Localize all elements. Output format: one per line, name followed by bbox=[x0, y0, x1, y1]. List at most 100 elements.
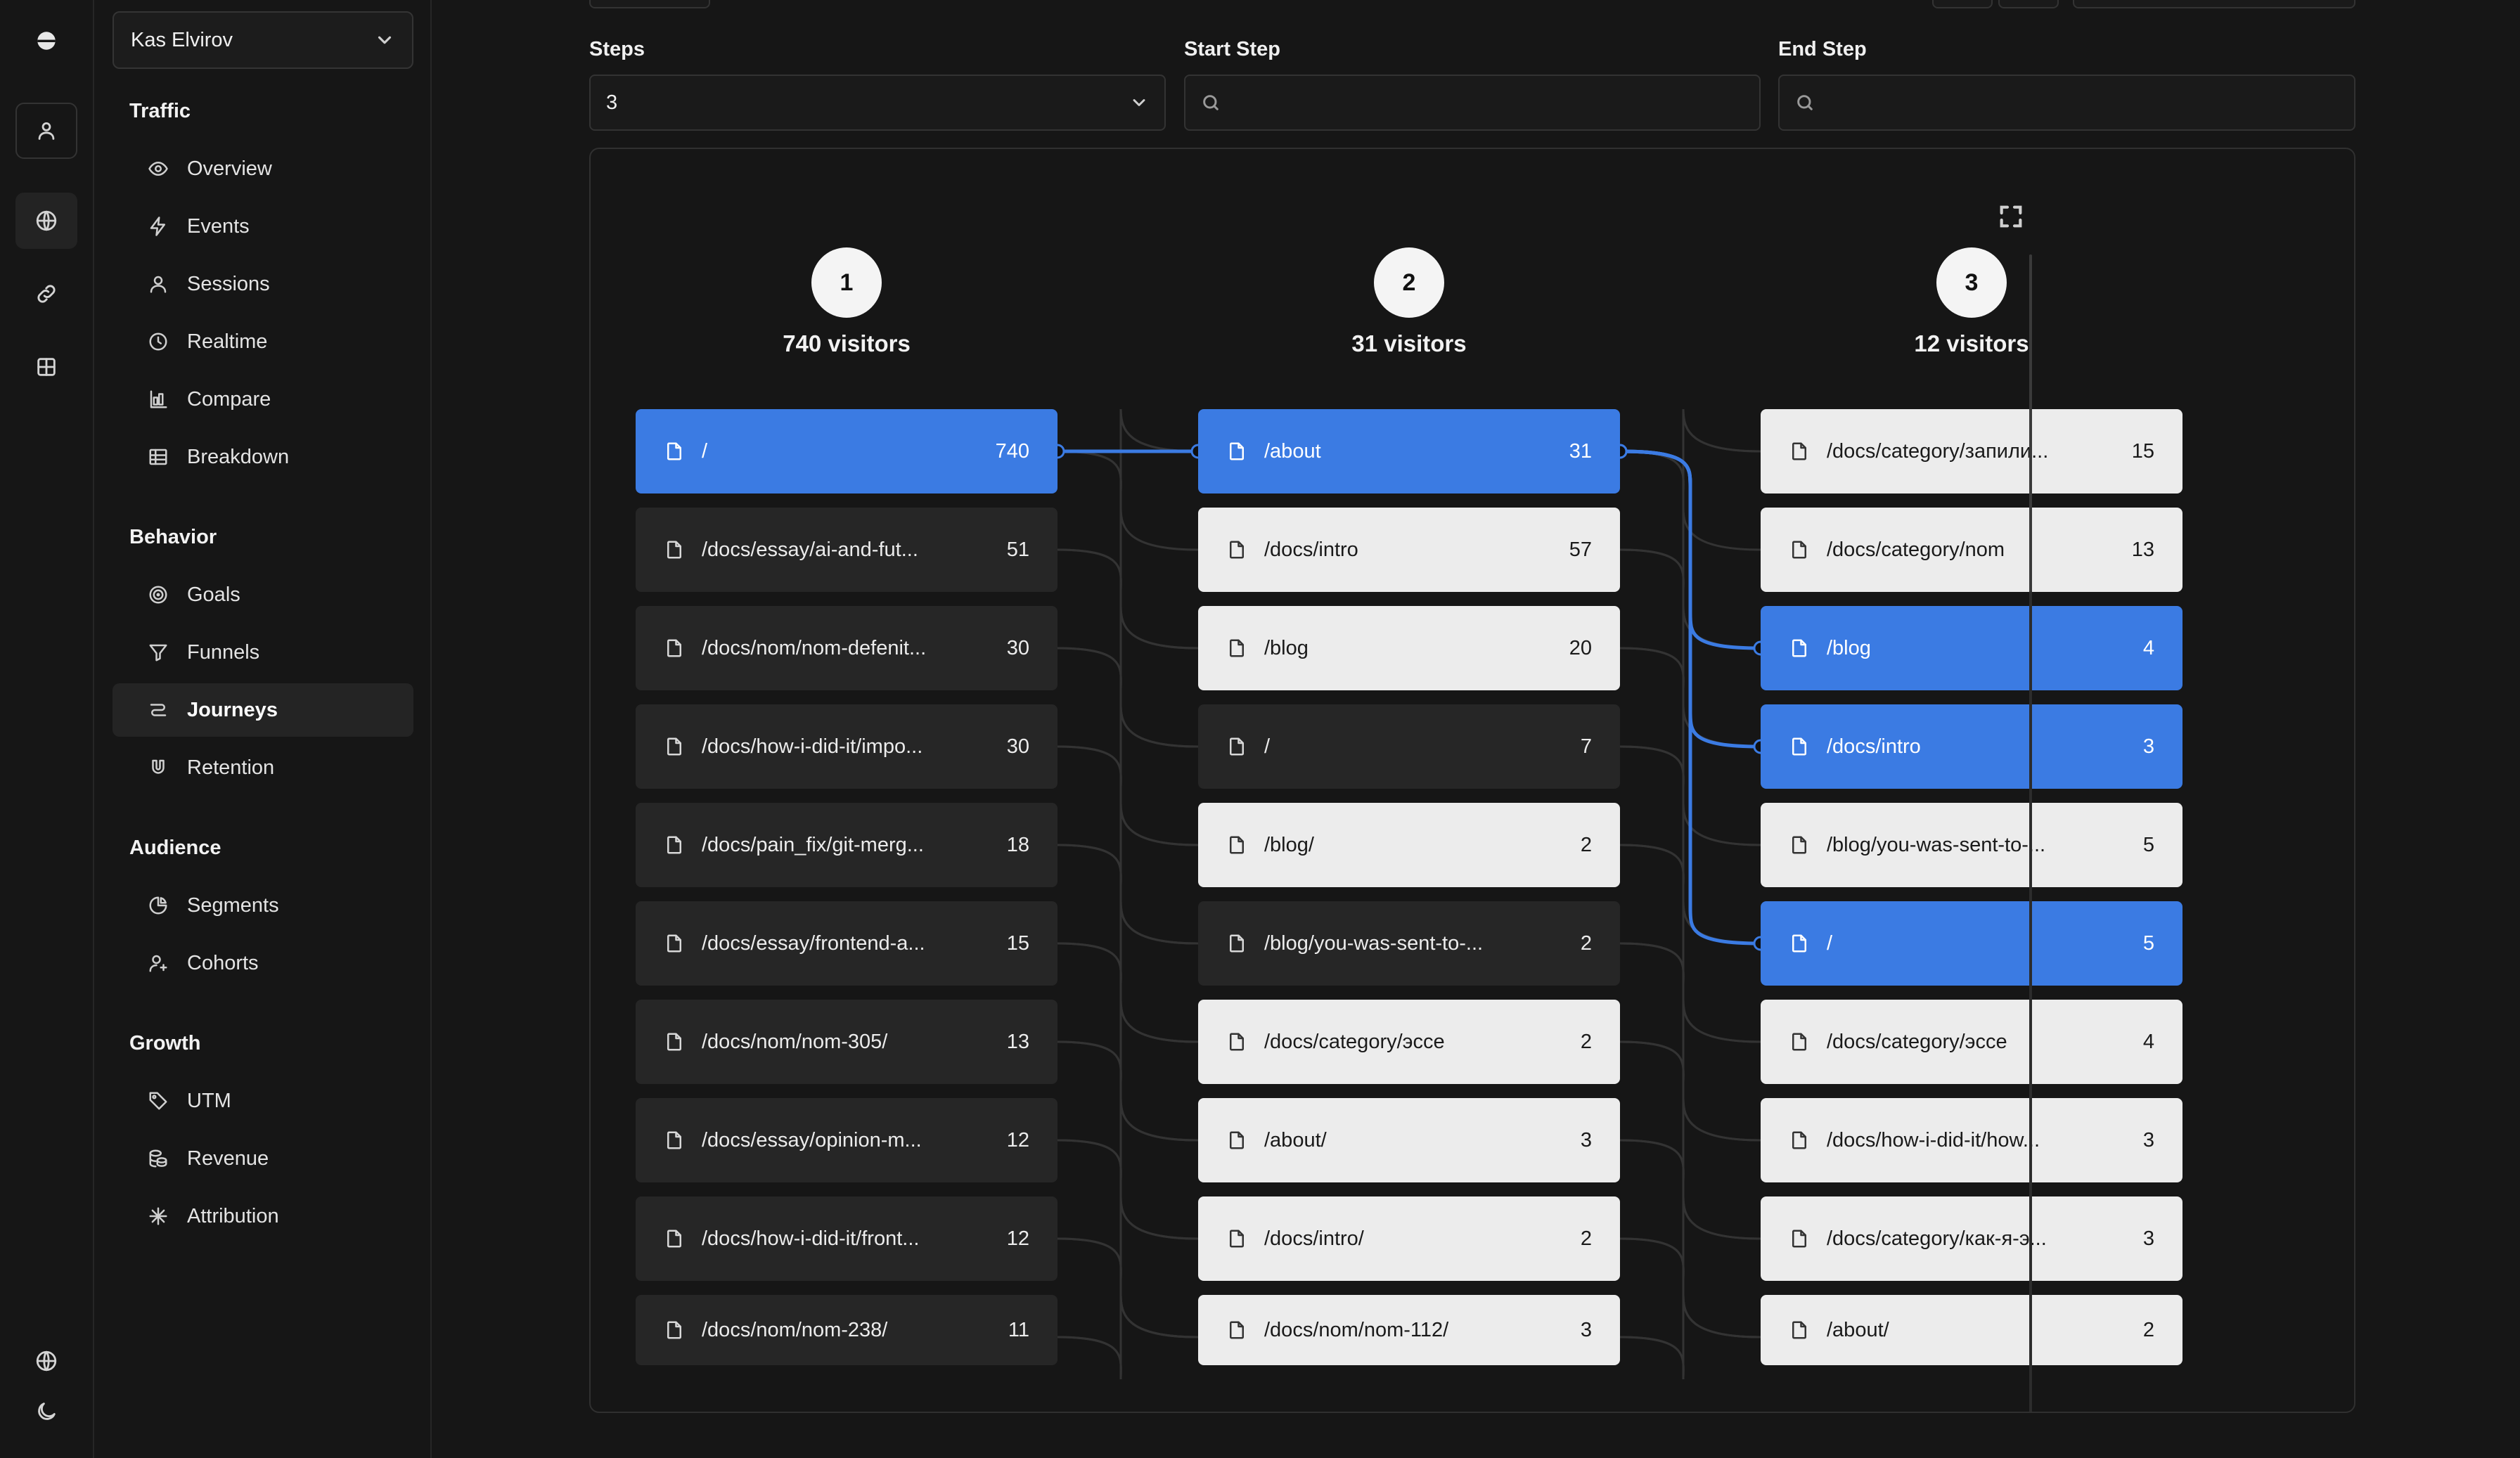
journey-node[interactable]: /docs/nom/nom-112/3 bbox=[1198, 1295, 1620, 1365]
sidebar-item-breakdown[interactable]: Breakdown bbox=[112, 430, 413, 484]
step-visitors: 12 visitors bbox=[1914, 330, 2029, 356]
journey-node[interactable]: /docs/intro 57 bbox=[1198, 508, 1620, 592]
sidebar-item-utm[interactable]: UTM bbox=[112, 1074, 413, 1128]
node-count: 3 bbox=[1580, 1318, 1592, 1341]
journey-node[interactable]: /docs/essay/frontend-a... 15 bbox=[636, 901, 1058, 986]
journey-node[interactable]: /docs/nom/nom-238/11 bbox=[636, 1295, 1058, 1365]
steps-label: Steps bbox=[589, 38, 645, 60]
node-path: /docs/intro bbox=[1827, 735, 1921, 758]
journey-link bbox=[1057, 999, 1199, 1183]
journey-node[interactable]: /about 31 bbox=[1198, 409, 1620, 493]
journey-node[interactable]: /docs/how-i-did-it/front... 12 bbox=[636, 1196, 1058, 1281]
section-title-audience: Audience bbox=[129, 837, 221, 859]
header-control[interactable] bbox=[589, 0, 710, 8]
end-step-input[interactable] bbox=[1778, 75, 2355, 131]
journey-node[interactable]: /blog/you-was-sent-to-... 5 bbox=[1761, 803, 2182, 887]
sidebar-item-label: Funnels bbox=[187, 640, 260, 664]
header-control[interactable] bbox=[1998, 0, 2059, 8]
journey-node[interactable]: /blog 20 bbox=[1198, 606, 1620, 690]
logo-icon[interactable] bbox=[15, 13, 77, 69]
sidebar-item-goals[interactable]: Goals bbox=[112, 568, 413, 621]
scrollbar[interactable] bbox=[2029, 254, 2032, 1412]
journey-link-highlight bbox=[1619, 449, 1761, 946]
node-count: 12 bbox=[1006, 1128, 1029, 1151]
header-control[interactable] bbox=[2073, 0, 2355, 8]
node-count: 13 bbox=[1006, 1030, 1029, 1053]
sidebar-item-sessions[interactable]: Sessions bbox=[112, 257, 413, 311]
node-path: /docs/nom/nom-112/ bbox=[1264, 1318, 1449, 1341]
sidebar-item-label: Revenue bbox=[187, 1147, 269, 1170]
header-control[interactable] bbox=[1932, 0, 1993, 8]
journey-node[interactable]: /docs/how-i-did-it/how... 3 bbox=[1761, 1098, 2182, 1182]
sidebar-item-label: Retention bbox=[187, 756, 275, 779]
eye-icon bbox=[148, 162, 168, 176]
sidebar-item-cohorts[interactable]: Cohorts bbox=[112, 936, 413, 990]
fullscreen-button[interactable] bbox=[1997, 202, 2025, 231]
node-count: 30 bbox=[1006, 636, 1029, 659]
node-count: 18 bbox=[1006, 833, 1029, 856]
sidebar-item-funnels[interactable]: Funnels bbox=[112, 626, 413, 679]
target-icon bbox=[149, 586, 167, 604]
steps-select[interactable]: 3 bbox=[589, 75, 1166, 131]
journey-link bbox=[1619, 901, 1761, 1085]
journey-node[interactable]: /docs/essay/ai-and-fut... 51 bbox=[636, 508, 1058, 592]
apps-grid-icon[interactable] bbox=[15, 339, 77, 395]
journey-node[interactable]: /docs/pain_fix/git-merg... 18 bbox=[636, 803, 1058, 887]
journey-node[interactable]: /7 bbox=[1198, 704, 1620, 789]
sidebar-item-revenue[interactable]: Revenue bbox=[112, 1132, 413, 1185]
steps-value: 3 bbox=[606, 91, 618, 114]
journey-node[interactable]: /blog/2 bbox=[1198, 803, 1620, 887]
node-count: 30 bbox=[1006, 735, 1029, 758]
sidebar-item-realtime[interactable]: Realtime bbox=[112, 315, 413, 368]
section-title-traffic: Traffic bbox=[129, 100, 191, 122]
step-visitors: 740 visitors bbox=[783, 330, 911, 356]
journey-node[interactable]: /docs/category/как-я-э... 3 bbox=[1761, 1196, 2182, 1281]
sidebar-item-attribution[interactable]: Attribution bbox=[112, 1189, 413, 1243]
journey-node[interactable]: /about/2 bbox=[1761, 1295, 2182, 1365]
sidebar-item-events[interactable]: Events bbox=[112, 200, 413, 253]
journey-node[interactable]: /docs/category/эссе 4 bbox=[1761, 1000, 2182, 1084]
journey-node[interactable]: / 740 bbox=[636, 409, 1058, 493]
journey-node[interactable]: /docs/intro 3 bbox=[1761, 704, 2182, 789]
file-icon bbox=[1230, 1321, 1244, 1339]
websites-globe-icon[interactable] bbox=[15, 193, 77, 249]
sidebar-item-segments[interactable]: Segments bbox=[112, 879, 413, 932]
node-path: / bbox=[702, 439, 708, 463]
node-path: /docs/pain_fix/git-merg... bbox=[702, 833, 924, 856]
theme-moon-icon[interactable] bbox=[15, 1383, 77, 1440]
sidebar-item-overview[interactable]: Overview bbox=[112, 142, 413, 195]
node-path: /docs/how-i-did-it/front... bbox=[702, 1227, 920, 1250]
journey-node[interactable]: /blog 4 bbox=[1761, 606, 2182, 690]
journey-node[interactable]: /5 bbox=[1761, 901, 2182, 986]
journey-node[interactable]: /docs/category/запили... 15 bbox=[1761, 409, 2182, 493]
account-button[interactable] bbox=[15, 103, 77, 159]
journey-node[interactable]: /docs/intro/2 bbox=[1198, 1196, 1620, 1281]
sidebar-item-compare[interactable]: Compare bbox=[112, 373, 413, 426]
file-icon bbox=[1792, 836, 1806, 854]
bolt-icon bbox=[150, 217, 165, 236]
sidebar-item-journeys[interactable]: Journeys bbox=[112, 683, 413, 737]
journey-node[interactable]: /about/3 bbox=[1198, 1098, 1620, 1182]
search-icon bbox=[1797, 95, 1813, 110]
node-path: /docs/how-i-did-it/how... bbox=[1827, 1128, 2040, 1151]
sidebar-item-retention[interactable]: Retention bbox=[112, 741, 413, 794]
journey-node[interactable]: /docs/category/nom 13 bbox=[1761, 508, 2182, 592]
journey-node[interactable]: /docs/category/эссе 2 bbox=[1198, 1000, 1620, 1084]
file-icon bbox=[1230, 1131, 1244, 1149]
node-count: 2 bbox=[1580, 931, 1592, 955]
journey-node[interactable]: /docs/nom/nom-305/13 bbox=[636, 1000, 1058, 1084]
website-select[interactable]: Kas Elvirov bbox=[112, 11, 413, 69]
file-icon bbox=[1792, 1131, 1806, 1149]
scrollbar-thumb[interactable] bbox=[2029, 254, 2032, 592]
journey-node[interactable]: /docs/nom/nom-defenit... 30 bbox=[636, 606, 1058, 690]
journey-node[interactable]: /blog/you-was-sent-to-... 2 bbox=[1198, 901, 1620, 986]
links-icon[interactable] bbox=[15, 266, 77, 322]
journey-node[interactable]: /docs/essay/opinion-m... 12 bbox=[636, 1098, 1058, 1182]
file-icon bbox=[1230, 737, 1244, 756]
start-step-input[interactable] bbox=[1184, 75, 1761, 131]
node-count: 15 bbox=[1006, 931, 1029, 955]
sidebar-item-label: Compare bbox=[187, 387, 271, 411]
language-globe-icon[interactable] bbox=[15, 1333, 77, 1389]
journey-node[interactable]: /docs/how-i-did-it/impo... 30 bbox=[636, 704, 1058, 789]
clock-icon bbox=[149, 333, 167, 351]
